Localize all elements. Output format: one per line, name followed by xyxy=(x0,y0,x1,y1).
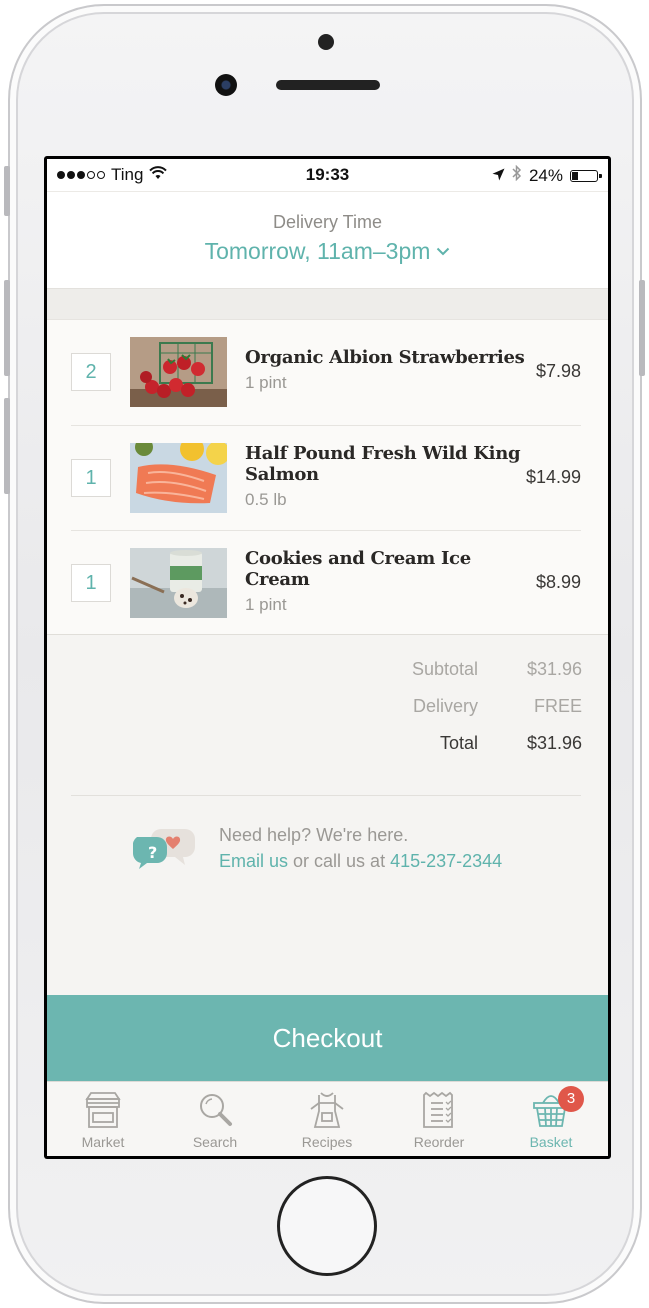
section-spacer xyxy=(47,289,608,319)
tab-recipes[interactable]: Recipes xyxy=(271,1082,383,1156)
total-label: Total xyxy=(439,733,478,753)
email-us-link[interactable]: Email us xyxy=(219,851,288,871)
checkout-button[interactable]: Checkout xyxy=(47,995,608,1081)
basket-count-badge: 3 xyxy=(558,1086,584,1112)
battery-percent: 24% xyxy=(528,165,563,185)
quantity-box[interactable]: 2 xyxy=(71,353,111,391)
basket-item[interactable]: 2 Organic Albion Strawberries 1 pint $7.… xyxy=(71,320,581,425)
status-right: 24% xyxy=(492,164,602,186)
tab-basket[interactable]: 3 Basket xyxy=(495,1082,607,1156)
tab-label: Basket xyxy=(529,1134,573,1150)
item-name: Half Pound Fresh Wild King Salmon xyxy=(245,443,521,485)
tab-label: Reorder xyxy=(413,1134,465,1150)
tab-reorder[interactable]: Reorder xyxy=(383,1082,495,1156)
location-arrow-icon xyxy=(492,166,505,186)
mute-switch xyxy=(4,166,10,216)
delivery-time-selector[interactable]: Tomorrow, 11am–3pm xyxy=(47,238,608,265)
delivery-time-value: Tomorrow, 11am–3pm xyxy=(204,238,431,264)
svg-text:?: ? xyxy=(148,843,157,862)
order-totals: Subtotal $31.96 Delivery FREE Total $31.… xyxy=(47,635,608,795)
basket-item[interactable]: 1 Cookies and Cream Ice Cream 1 pint $8.… xyxy=(71,530,581,636)
battery-icon xyxy=(570,169,602,182)
tab-search[interactable]: Search xyxy=(159,1082,271,1156)
strawberries-image xyxy=(130,337,227,407)
help-chat-icon: ? xyxy=(132,823,197,871)
bluetooth-icon xyxy=(512,164,522,186)
divider xyxy=(71,795,581,796)
total-value: $31.96 xyxy=(526,733,582,753)
item-unit: 1 pint xyxy=(245,373,287,392)
receipt-icon xyxy=(383,1091,495,1129)
item-unit: 1 pint xyxy=(245,595,287,614)
earpiece-speaker xyxy=(276,80,380,90)
item-unit: 0.5 lb xyxy=(245,490,287,509)
item-price: $7.98 xyxy=(535,361,581,381)
salmon-image xyxy=(130,443,227,513)
item-price: $8.99 xyxy=(535,572,581,592)
tab-bar: Market Search Recipes Reorder 3 Basket xyxy=(47,1081,608,1156)
status-bar: Ting 19:33 24% xyxy=(47,159,608,191)
tab-label: Recipes xyxy=(301,1134,353,1150)
subtotal-row: Subtotal $31.96 xyxy=(162,659,582,685)
help-contact: Email us or call us at 415-237-2344 xyxy=(219,851,502,872)
phone-link[interactable]: 415-237-2344 xyxy=(390,851,502,871)
app-screen: Ting 19:33 24% Delivery Time Tomorrow, 1… xyxy=(47,159,608,1156)
magnifier-icon xyxy=(159,1091,271,1129)
subtotal-value: $31.96 xyxy=(526,659,582,679)
proximity-sensor xyxy=(318,34,334,50)
subtotal-label: Subtotal xyxy=(411,659,478,679)
tab-label: Market xyxy=(81,1134,125,1150)
tab-market[interactable]: Market xyxy=(47,1082,159,1156)
apron-icon xyxy=(271,1091,383,1129)
item-name: Organic Albion Strawberries xyxy=(245,347,525,368)
help-heading: Need help? We're here. xyxy=(219,825,409,845)
ice-cream-image xyxy=(130,548,227,618)
volume-down-button xyxy=(4,398,10,494)
quantity-box[interactable]: 1 xyxy=(71,459,111,497)
help-middle-text: or call us at xyxy=(288,851,391,871)
power-button xyxy=(639,280,645,376)
storefront-icon xyxy=(47,1091,159,1129)
delivery-fee-row: Delivery FREE xyxy=(162,696,582,722)
home-button[interactable] xyxy=(277,1176,377,1276)
screen-bezel: Ting 19:33 24% Delivery Time Tomorrow, 1… xyxy=(44,156,611,1159)
tab-label: Search xyxy=(192,1134,238,1150)
basket-item-list: 2 Organic Albion Strawberries 1 pint $7.… xyxy=(47,319,608,635)
quantity-box[interactable]: 1 xyxy=(71,564,111,602)
basket-item[interactable]: 1 Half Pound Fresh Wild King Salmon 0.5 … xyxy=(71,425,581,531)
delivery-time-header[interactable]: Delivery Time Tomorrow, 11am–3pm xyxy=(47,191,608,289)
front-camera xyxy=(215,74,237,96)
volume-up-button xyxy=(4,280,10,376)
chevron-down-icon xyxy=(436,243,450,261)
delivery-fee-value: FREE xyxy=(533,696,582,716)
total-row: Total $31.96 xyxy=(162,733,582,759)
item-name: Cookies and Cream Ice Cream xyxy=(245,548,471,590)
item-price: $14.99 xyxy=(525,467,581,487)
basket-icon xyxy=(495,1091,607,1129)
delivery-fee-label: Delivery xyxy=(412,696,478,716)
delivery-time-label: Delivery Time xyxy=(272,212,383,232)
